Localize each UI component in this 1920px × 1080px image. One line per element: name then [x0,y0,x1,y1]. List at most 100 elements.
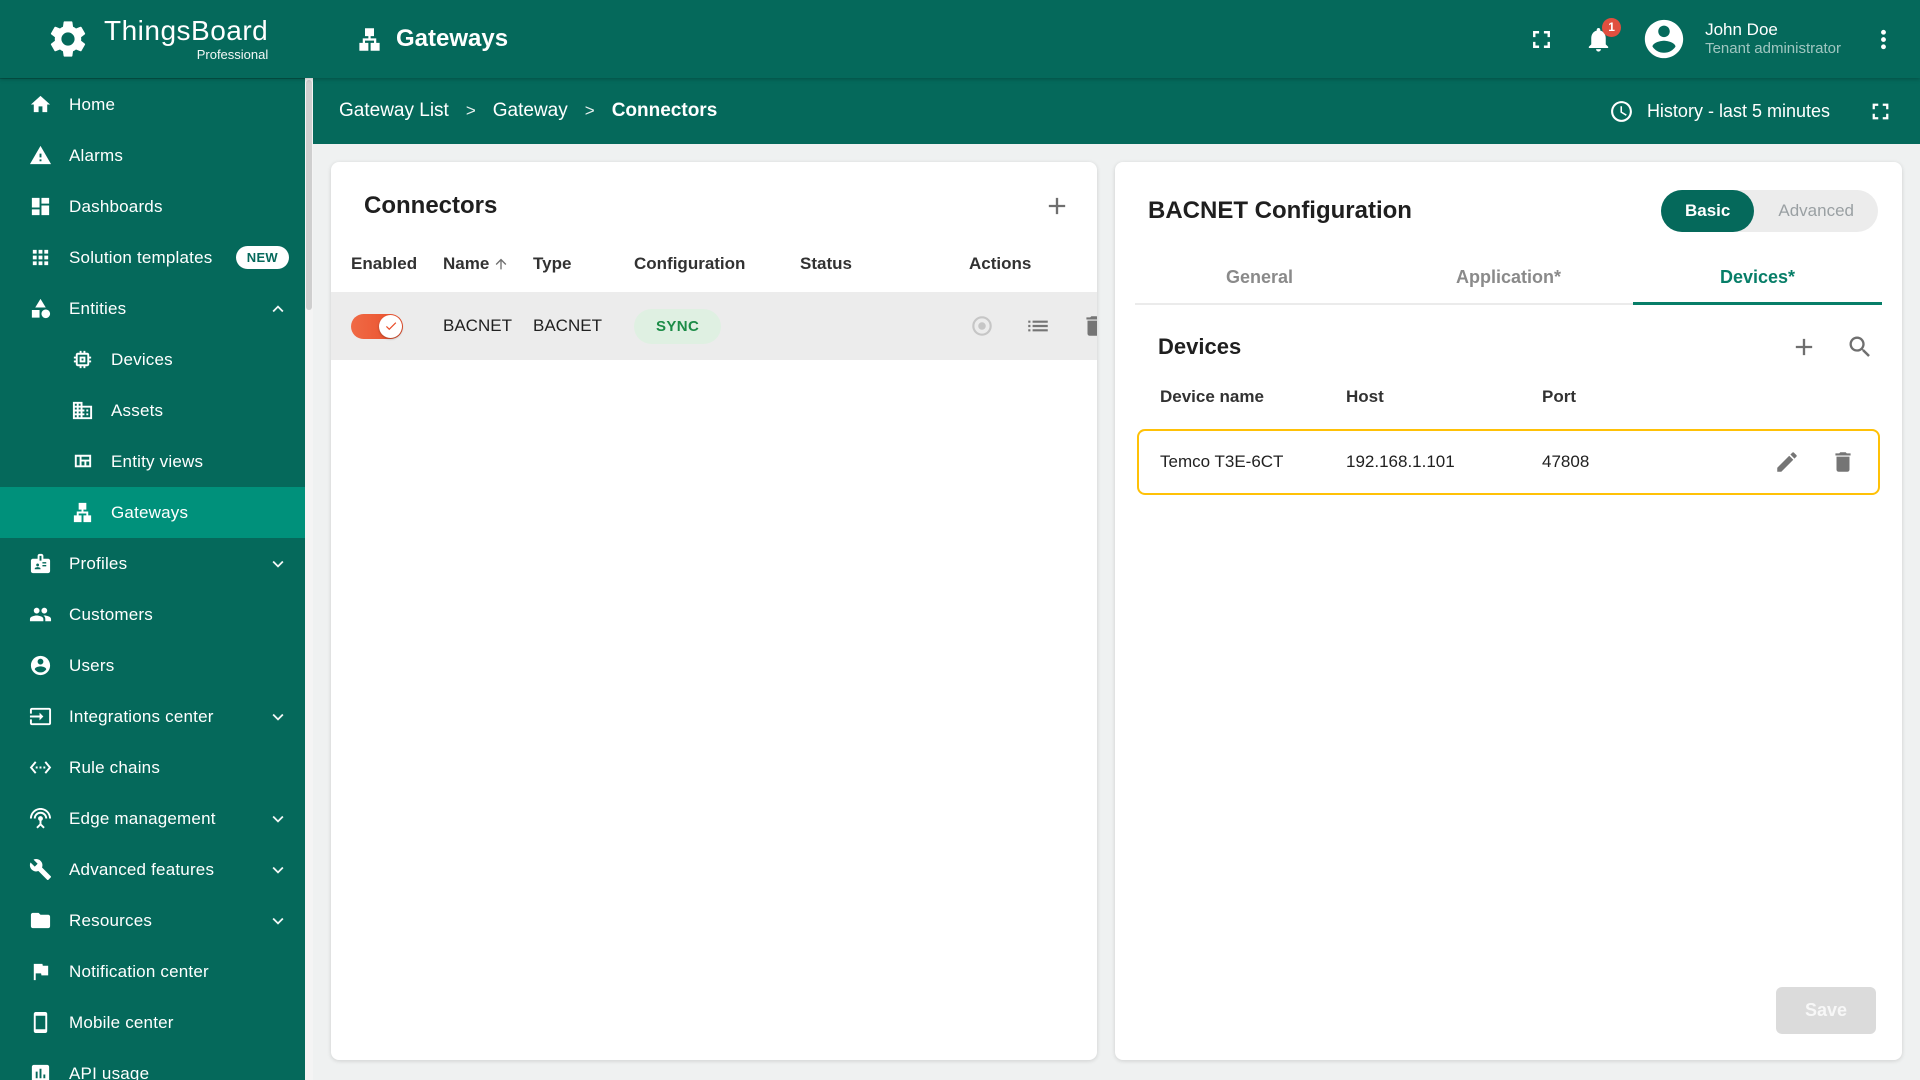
device-actions [1774,449,1856,475]
new-badge: NEW [235,246,289,269]
scrollbar-thumb[interactable] [306,80,312,310]
device-host: 192.168.1.101 [1346,452,1455,471]
check-icon [384,319,398,333]
rpc-button[interactable] [969,313,995,339]
breadcrumb-separator: > [465,101,476,120]
logs-button[interactable] [1025,313,1051,339]
search-device-button[interactable] [1846,333,1874,361]
connectors-title: Connectors [364,192,498,219]
col-configuration[interactable]: Configuration [634,254,800,274]
sidebar-item-assets[interactable]: Assets [0,385,305,436]
fullscreen-button[interactable] [1527,25,1556,54]
connectors-card: Connectors Enabled Name Type Configurati… [331,162,1097,1060]
sidebar-item-integrations-center[interactable]: Integrations center [0,691,305,742]
col-type[interactable]: Type [533,254,634,274]
tab-devices[interactable]: Devices* [1633,250,1882,305]
sidebar-item-edge-management[interactable]: Edge management [0,793,305,844]
connector-enabled-toggle[interactable] [351,313,403,339]
chevron-down-icon [267,859,289,881]
trash-icon [1830,449,1856,475]
toggle-knob [379,314,402,338]
gateway-lan-icon [71,501,94,524]
main-content: Connectors Enabled Name Type Configurati… [313,144,1920,1080]
sidebar-item-notification-center[interactable]: Notification center [0,946,305,997]
notifications-button[interactable]: 1 [1584,17,1622,54]
sidebar-item-home[interactable]: Home [0,79,305,130]
delete-connector-button[interactable] [1081,313,1097,339]
sidebar-item-advanced-features[interactable]: Advanced features [0,844,305,895]
config-header: BACNET Configuration Basic Advanced [1115,162,1902,236]
save-button[interactable]: Save [1775,987,1876,1034]
history-range-label[interactable]: History - last 5 minutes [1647,101,1830,122]
brand-name: ThingsBoard [104,15,269,47]
add-device-button[interactable] [1790,333,1818,361]
smartphone-icon [29,1011,52,1034]
col-host: Host [1346,387,1384,406]
sidebar-item-solution-templates[interactable]: Solution templates NEW [0,232,305,283]
basic-mode-button[interactable]: Basic [1661,190,1755,232]
panel-fullscreen-button[interactable] [1867,98,1894,125]
sidebar-item-label: API usage [69,1063,150,1080]
sidebar-item-rule-chains[interactable]: Rule chains [0,742,305,793]
fullscreen-icon [1867,98,1894,125]
device-chip-icon [71,348,94,371]
add-connector-button[interactable] [1043,192,1071,220]
user-info[interactable]: John Doe Tenant administrator [1705,19,1841,59]
sidebar-item-alarms[interactable]: Alarms [0,130,305,181]
sidebar-item-api-usage[interactable]: API usage [0,1048,305,1080]
tab-general[interactable]: General [1135,250,1384,303]
sidebar-item-resources[interactable]: Resources [0,895,305,946]
brand-text: ThingsBoard Professional [104,16,268,61]
col-name-label: Name [443,254,490,273]
sidebar-item-label: Rule chains [69,757,161,777]
save-row: Save [1115,987,1902,1060]
more-menu-button[interactable] [1869,25,1898,54]
col-enabled[interactable]: Enabled [351,254,443,274]
breadcrumb-gateway-list[interactable]: Gateway List [339,100,449,122]
sidebar-item-label: Entities [69,298,127,318]
entities-icon [29,297,52,320]
connector-name: BACNET [443,316,512,335]
sidebar-item-dashboards[interactable]: Dashboards [0,181,305,232]
delete-device-button[interactable] [1830,449,1856,475]
edit-device-button[interactable] [1774,449,1800,475]
tab-application[interactable]: Application* [1384,250,1633,303]
user-avatar[interactable] [1641,16,1687,62]
sidebar-item-users[interactable]: Users [0,640,305,691]
sidebar-item-customers[interactable]: Customers [0,589,305,640]
sidebar-item-devices[interactable]: Devices [0,334,305,385]
input-icon [29,705,52,728]
breadcrumb-connectors: Connectors [611,100,718,121]
apps-grid-icon [29,246,52,269]
account-circle-icon [1641,16,1687,62]
notification-badge: 1 [1602,17,1622,37]
sidebar-item-profiles[interactable]: Profiles [0,538,305,589]
col-name[interactable]: Name [443,254,533,274]
chevron-down-icon [267,910,289,932]
advanced-mode-button[interactable]: Advanced [1754,190,1878,232]
sidebar-item-mobile-center[interactable]: Mobile center [0,997,305,1048]
list-icon [1025,313,1051,339]
sidebar-item-entities[interactable]: Entities [0,283,305,334]
connector-row-bacnet[interactable]: BACNET BACNET SYNC [331,292,1097,360]
connector-type: BACNET [533,316,602,335]
breadcrumb-bar: Gateway List > Gateway > Connectors Hist… [313,78,1920,144]
wrench-icon [29,858,52,881]
person-circle-icon [29,654,52,677]
bacnet-config-card: BACNET Configuration Basic Advanced Gene… [1115,162,1902,1060]
home-icon [29,93,52,116]
breadcrumb-gateway[interactable]: Gateway [493,100,568,122]
device-port: 47808 [1542,452,1590,471]
brand-logo[interactable]: ThingsBoard Professional [0,16,320,61]
sidebar-item-gateways[interactable]: Gateways [0,487,305,538]
sidebar-item-entity-views[interactable]: Entity views [0,436,305,487]
sidebar-scrollbar[interactable] [305,78,313,1080]
thingsboard-gear-icon [46,17,90,61]
connectors-table-header: Enabled Name Type Configuration Status A… [331,234,1097,292]
col-status[interactable]: Status [800,254,969,274]
devices-title: Devices [1158,334,1242,359]
people-icon [29,603,52,626]
device-row-temco[interactable]: Temco T3E-6CT 192.168.1.101 47808 [1137,429,1880,495]
dashboards-icon [29,195,52,218]
chevron-down-icon [267,553,289,575]
